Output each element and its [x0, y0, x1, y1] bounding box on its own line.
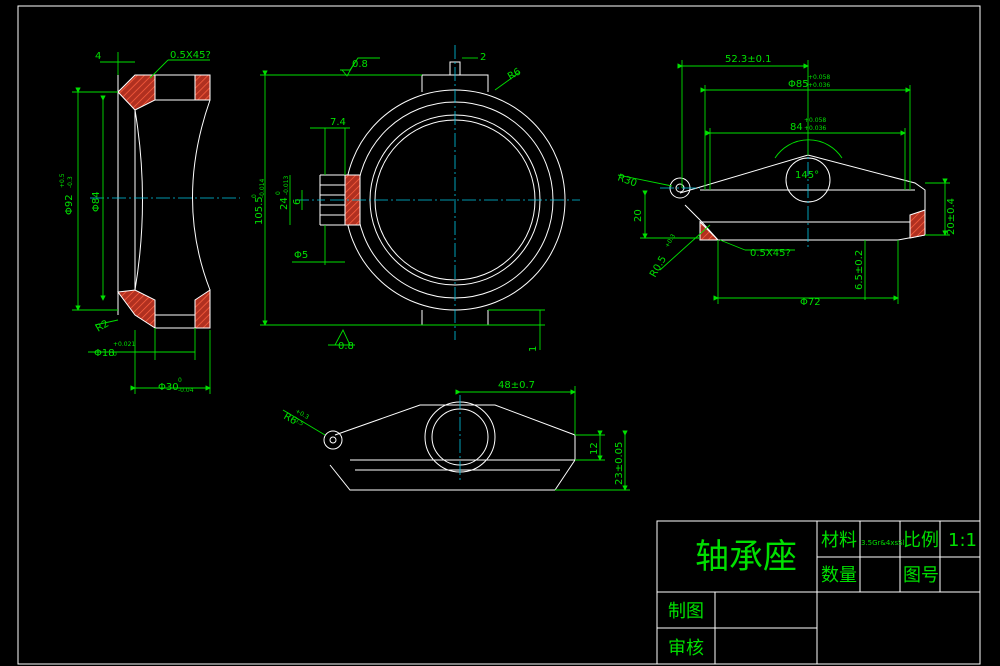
dim-r30: R30	[616, 172, 638, 189]
hatch-top	[117, 74, 156, 111]
hatch-bottom-right	[194, 289, 211, 329]
dim-20: 20	[633, 209, 644, 222]
svg-text:+0.058: +0.058	[808, 74, 830, 81]
dim-6-5: 6.5±0.2	[854, 250, 865, 290]
scale-value: 1:1	[948, 530, 977, 551]
dim-dia-18: Φ18	[94, 348, 115, 359]
material-value: 3.5Gr&4xsSl	[861, 539, 905, 547]
dim-dia-92: Φ92	[64, 194, 75, 215]
svg-text:-0.014: -0.014	[259, 178, 266, 198]
hatch-top-right	[194, 74, 211, 101]
svg-text:+0.036: +0.036	[808, 82, 830, 89]
dim-1: 1	[528, 346, 539, 352]
dim-7-4: 7.4	[330, 117, 346, 128]
dim-angle-145: 145°	[795, 170, 819, 181]
roughness-top: 0.8	[352, 59, 368, 70]
svg-text:0: 0	[275, 191, 282, 195]
checked-by-label: 审核	[668, 638, 704, 659]
svg-text:+0.058: +0.058	[804, 117, 826, 124]
roughness-bottom: 0.8	[338, 341, 354, 352]
dim-105: 105.5	[254, 196, 265, 225]
dim-dia-5: Φ5	[294, 250, 308, 261]
svg-text:+0.3: +0.3	[664, 233, 677, 249]
scale-label: 比例	[903, 530, 939, 551]
dim-4: 4	[95, 51, 101, 62]
dim-dia-85: Φ85	[788, 79, 809, 90]
svg-text:+0.021: +0.021	[113, 341, 135, 348]
dim-chamfer-right: 0.5X45?	[750, 248, 791, 259]
drawn-by-label: 制图	[668, 601, 704, 622]
dim-dia-30: Φ30	[158, 382, 179, 393]
svg-text:0: 0	[113, 351, 117, 358]
dim-23: 23±0.05	[614, 442, 625, 485]
svg-text:+0.036: +0.036	[804, 125, 826, 132]
svg-text:-0.04: -0.04	[178, 387, 194, 394]
view-bottom: 48±0.7 R6 +0.3 -0.5 12 23±0.05	[282, 380, 630, 491]
part-name: 轴承座	[695, 537, 797, 577]
hatch-right-right	[909, 209, 926, 239]
material-label: 材料	[821, 530, 857, 551]
dim-84: 84	[790, 122, 803, 133]
svg-text:+0.5: +0.5	[59, 173, 66, 188]
quantity-label: 数量	[821, 565, 857, 586]
dim-dia-72: Φ72	[800, 297, 821, 308]
dim-chamfer-left: 0.5X45?	[170, 50, 211, 61]
dim-r2: R2	[94, 318, 111, 334]
dim-dia-84: Φ84	[91, 191, 102, 212]
dim-24: 24	[279, 197, 290, 210]
dim-20-tol: 20±0.4	[946, 198, 957, 235]
view-left: Φ92 +0.5 -0.3 Φ84 4 0.5X45? R2 Φ18 +0.02…	[59, 50, 240, 394]
view-front: 105.5 0 -0.014 24 0 -0.013 6 7.4 Φ5 0.8 …	[251, 45, 580, 352]
dim-6: 6	[292, 199, 303, 205]
view-right: 52.3±0.1 Φ85 +0.058 +0.036 84 +0.058 +0.…	[616, 54, 957, 308]
title-block: 轴承座 材料 3.5Gr&4xsSl 比例 1:1 数量 图号 制图 审核	[656, 520, 981, 665]
cad-drawing: Φ92 +0.5 -0.3 Φ84 4 0.5X45? R2 Φ18 +0.02…	[17, 5, 981, 665]
svg-text:0: 0	[251, 194, 258, 198]
dim-52-3: 52.3±0.1	[725, 54, 772, 65]
drawing-no-label: 图号	[903, 565, 939, 586]
svg-text:-0.013: -0.013	[283, 175, 290, 195]
dim-48: 48±0.7	[498, 380, 535, 391]
dim-12: 12	[589, 442, 600, 455]
svg-text:-0.3: -0.3	[67, 176, 74, 188]
hatch-bottom	[117, 289, 156, 329]
dim-2: 2	[480, 52, 486, 63]
dim-r0-5: R0.5	[648, 254, 669, 279]
svg-text:0: 0	[178, 377, 182, 384]
